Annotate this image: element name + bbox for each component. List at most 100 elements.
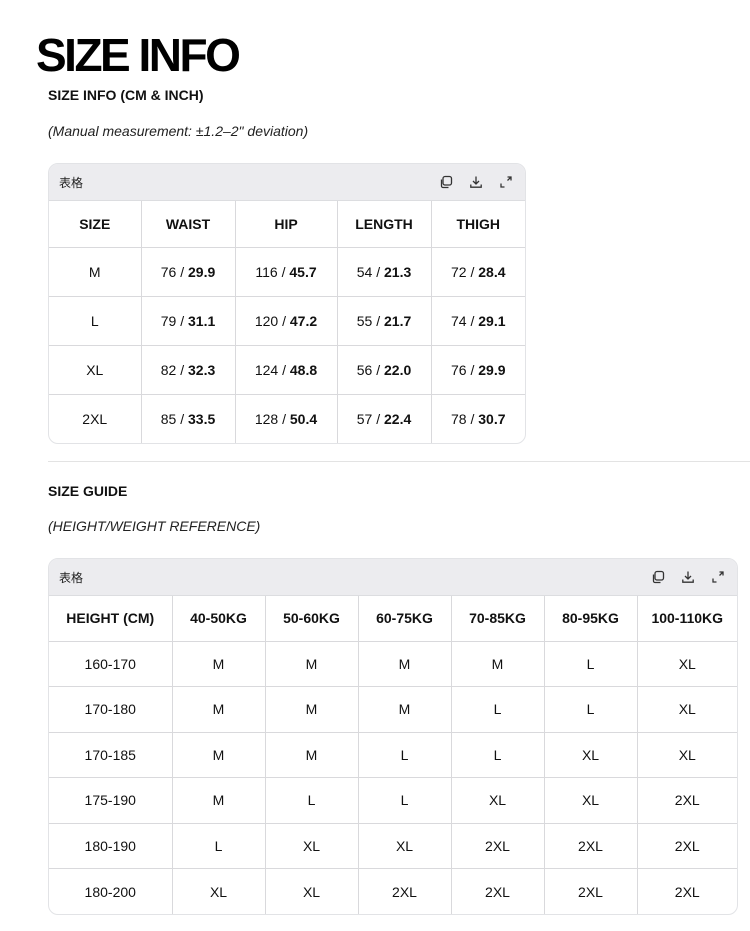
measurement-cell: 74 / 29.1 <box>431 296 525 346</box>
table-row: XL 82 / 32.3 124 / 48.8 56 / 22.0 76 / 29.9 <box>49 345 525 395</box>
size-cell: L <box>451 686 545 733</box>
copy-icon[interactable] <box>437 173 455 191</box>
size-guide-table-card: 表格 HEIGHT (CM) 40-50KG 50-60KG 60-75KG 7… <box>48 558 738 915</box>
size-cell: M <box>265 732 359 778</box>
cm-value: 56 <box>356 361 373 378</box>
size-cell: L <box>358 732 452 778</box>
size-cell: M <box>172 777 266 824</box>
column-header: HEIGHT (CM) <box>49 596 173 642</box>
measurement-cell: 54 / 21.3 <box>337 247 432 297</box>
inch-value: 48.8 <box>289 361 318 378</box>
size-cell: 2XL <box>544 823 638 869</box>
cm-value: 128 <box>254 410 279 427</box>
size-cell: XL <box>265 868 359 914</box>
size-cell: XL <box>451 777 545 824</box>
cm-value: 55 <box>356 312 373 329</box>
size-cell: XL <box>544 732 638 778</box>
size-cell: XL <box>637 686 737 733</box>
column-header: 80-95KG <box>544 596 638 642</box>
cm-value: 78 <box>451 410 467 427</box>
size-cell: M <box>265 641 359 687</box>
separator: / <box>277 263 290 280</box>
separator: / <box>466 312 479 329</box>
size-cell: 2XL <box>451 868 545 914</box>
size-cell: XL <box>637 641 737 687</box>
cm-value: 120 <box>254 312 279 329</box>
cm-value: 76 <box>451 361 467 378</box>
size-cell: L <box>544 641 638 687</box>
separator: / <box>466 361 479 378</box>
size-cell: 2XL <box>358 868 452 914</box>
inch-value: 22.4 <box>384 410 412 427</box>
size-info-note: (Manual measurement: ±1.2–2" deviation) <box>48 123 309 139</box>
separator: / <box>278 361 290 378</box>
measurement-cell: 72 / 28.4 <box>431 247 525 297</box>
column-header: 100-110KG <box>637 596 737 642</box>
column-header: SIZE <box>49 201 142 248</box>
inch-value: 29.9 <box>478 361 506 378</box>
inch-value: 28.4 <box>478 263 506 280</box>
column-header: 70-85KG <box>451 596 545 642</box>
separator: / <box>176 263 188 280</box>
measurement-cell: 85 / 33.5 <box>141 394 236 443</box>
size-cell: XL <box>265 823 359 869</box>
toolbar-icons <box>649 568 727 586</box>
size-cell: M <box>265 686 359 733</box>
size-cell: 2XL <box>674 883 700 900</box>
size-cell: M <box>172 732 266 778</box>
toolbar-icons <box>437 173 515 191</box>
size-cell: M <box>172 686 266 733</box>
separator: / <box>278 410 290 427</box>
measurement-cell: 116 / 45.7 <box>235 247 338 297</box>
section-divider <box>48 461 750 462</box>
size-cell: 2XL <box>637 823 737 869</box>
column-header: 60-75KG <box>358 596 452 642</box>
separator: / <box>278 312 290 329</box>
separator: / <box>176 410 188 427</box>
download-icon[interactable] <box>679 568 697 586</box>
inch-value: 45.7 <box>289 263 317 280</box>
size-guide-table: HEIGHT (CM) 40-50KG 50-60KG 60-75KG 70-8… <box>49 596 737 914</box>
measurement-cell: 78 / 30.7 <box>431 394 525 443</box>
measurement-cell: 76 / 29.9 <box>431 345 525 395</box>
table-row: 2XL 85 / 33.5 128 / 50.4 57 / 22.4 78 / 30.7 <box>49 394 525 443</box>
expand-icon[interactable] <box>497 173 515 191</box>
toolbar-label: 表格 <box>59 570 84 585</box>
size-info-heading: SIZE INFO (CM & INCH) <box>48 87 204 103</box>
measurement-cell: 120 / 47.2 <box>235 296 338 346</box>
size-cell: L <box>172 823 266 869</box>
inch-value: 29.9 <box>188 263 216 280</box>
separator: / <box>372 410 384 427</box>
size-cell: L <box>49 296 142 346</box>
inch-value: 31.1 <box>188 312 216 329</box>
cm-value: 72 <box>451 263 467 280</box>
size-cell: L <box>265 777 359 824</box>
cm-value: 85 <box>160 410 177 427</box>
size-guide-heading: SIZE GUIDE <box>48 483 128 499</box>
page-title: SIZE INFO <box>36 29 241 81</box>
expand-icon[interactable] <box>709 568 727 586</box>
toolbar-label: 表格 <box>59 175 84 190</box>
inch-value: 21.3 <box>384 263 412 280</box>
measurement-cell: 124 / 48.8 <box>235 345 338 395</box>
size-cell: L <box>544 686 638 733</box>
height-cell: 170-180 <box>49 686 173 733</box>
height-cell: 180-200 <box>49 868 173 914</box>
measurement-cell: 79 / 31.1 <box>141 296 236 346</box>
measurement-cell: 76 / 29.9 <box>141 247 236 297</box>
size-cell: 2XL <box>451 823 545 869</box>
copy-icon[interactable] <box>649 568 667 586</box>
size-cell: L <box>358 777 452 824</box>
height-cell: 160-170 <box>49 641 173 687</box>
measurement-cell: 57 / 22.4 <box>337 394 432 443</box>
cm-value: 124 <box>254 361 279 378</box>
size-cell: M <box>358 686 452 733</box>
download-icon[interactable] <box>467 173 485 191</box>
measurement-cell: 128 / 50.4 <box>235 394 338 443</box>
measurement-cell: 82 / 32.3 <box>141 345 236 395</box>
cm-value: 74 <box>451 312 467 329</box>
separator: / <box>466 410 479 427</box>
size-cell: XL <box>49 345 142 395</box>
size-cell: XL <box>358 823 452 869</box>
size-cell: L <box>451 732 545 778</box>
